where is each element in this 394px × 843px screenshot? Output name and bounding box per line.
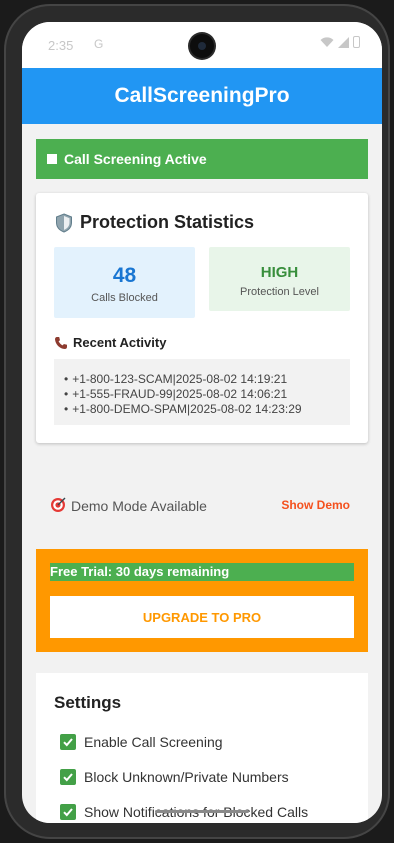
setting-label: Enable Call Screening xyxy=(84,734,223,750)
target-icon xyxy=(51,497,66,512)
notification-icon: G xyxy=(94,37,104,51)
stats-title: Protection Statistics xyxy=(80,212,255,232)
setting-label: Block Unknown/Private Numbers xyxy=(84,769,289,785)
demo-mode-row: Demo Mode Available Show Demo xyxy=(36,489,368,521)
calls-blocked-stat: 48 Calls Blocked xyxy=(54,247,195,318)
setting-block-unknown-numbers[interactable]: Block Unknown/Private Numbers xyxy=(60,769,289,785)
calls-blocked-value: 48 xyxy=(112,264,137,287)
wifi-icon xyxy=(320,36,334,47)
checkbox-checked-icon[interactable] xyxy=(60,769,76,785)
signal-icon xyxy=(338,36,349,48)
main-content[interactable]: Call Screening Active Protection Statist… xyxy=(22,124,382,823)
checkbox-checked-icon[interactable] xyxy=(60,804,76,820)
activity-entry: +1-800-DEMO-SPAM|2025-08-02 14:23:29 xyxy=(72,402,302,416)
bullet-icon: • xyxy=(64,372,69,386)
setting-enable-call-screening[interactable]: Enable Call Screening xyxy=(60,734,223,750)
stats-heading: Protection Statistics xyxy=(54,212,254,233)
front-camera xyxy=(190,34,214,58)
app-bar: CallScreeningPro xyxy=(22,68,382,124)
activity-entry: +1-555-FRAUD-99|2025-08-02 14:06:21 xyxy=(72,387,288,401)
demo-mode-label: Demo Mode Available xyxy=(71,498,207,514)
screening-status-text: Call Screening Active xyxy=(64,151,207,167)
status-icons xyxy=(320,36,360,48)
protection-level-value: HIGH xyxy=(260,264,299,281)
screening-status-banner: Call Screening Active xyxy=(36,139,368,179)
home-indicator[interactable] xyxy=(155,810,249,813)
phone-frame: 2:35 G CallScreeningPro Call Screening A… xyxy=(4,4,390,839)
telephone-icon xyxy=(55,336,67,349)
recent-activity-heading: Recent Activity xyxy=(54,335,166,350)
protection-level-label: Protection Level xyxy=(240,286,319,298)
shield-icon xyxy=(56,212,72,233)
bullet-icon: • xyxy=(64,387,69,401)
app-title: CallScreeningPro xyxy=(114,84,290,107)
recent-activity-list: • +1-800-123-SCAM|2025-08-02 14:19:21 • +1… xyxy=(54,359,350,425)
phone-screen: 2:35 G CallScreeningPro Call Screening A… xyxy=(22,22,382,823)
protection-level-stat: HIGH Protection Level xyxy=(209,247,350,311)
recent-activity-title: Recent Activity xyxy=(73,335,167,350)
bullet-icon: • xyxy=(64,402,69,416)
checkbox-checked-icon[interactable] xyxy=(60,734,76,750)
list-item: • +1-800-DEMO-SPAM|2025-08-02 14:23:29 xyxy=(64,402,302,416)
list-item: • +1-555-FRAUD-99|2025-08-02 14:06:21 xyxy=(64,387,287,401)
status-time: 2:35 xyxy=(48,38,74,53)
show-demo-button[interactable]: Show Demo xyxy=(281,498,350,512)
upgrade-to-pro-button[interactable]: UPGRADE TO PRO xyxy=(50,596,354,638)
settings-card: Settings Enable Call Screening Block Unk… xyxy=(36,673,368,823)
list-item: • +1-800-123-SCAM|2025-08-02 14:19:21 xyxy=(64,372,287,386)
activity-entry: +1-800-123-SCAM|2025-08-02 14:19:21 xyxy=(72,372,288,386)
calls-blocked-label: Calls Blocked xyxy=(91,292,158,304)
status-bar: 2:35 G xyxy=(22,22,382,68)
status-square-icon xyxy=(47,154,57,164)
free-trial-card: Free Trial: 30 days remaining UPGRADE TO… xyxy=(36,549,368,652)
settings-title: Settings xyxy=(54,693,122,712)
battery-icon xyxy=(353,36,360,48)
trial-remaining-banner: Free Trial: 30 days remaining xyxy=(50,563,354,581)
protection-statistics-card: Protection Statistics 48 Calls Blocked H… xyxy=(36,193,368,443)
